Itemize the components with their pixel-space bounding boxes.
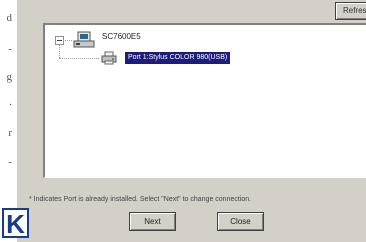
tree-connector [63, 40, 72, 41]
tree-connector [59, 58, 99, 59]
printer-icon [101, 51, 117, 65]
computer-icon [73, 31, 95, 48]
installed-port-note: * Indicates Port is already installed. S… [29, 196, 252, 203]
next-button[interactable]: Next [129, 212, 176, 231]
port-tree-view[interactable]: SC7600E5 Port 1:Stylus COLOR 980(USB) [43, 23, 366, 178]
selected-port-item[interactable]: Port 1:Stylus COLOR 980(USB) [125, 52, 231, 64]
margin-char: g [6, 71, 13, 83]
margin-char: d [6, 12, 13, 24]
margin-char: . [9, 96, 12, 108]
page-marker-logo: K [2, 208, 29, 238]
document-margin: d - g . r - [0, 0, 16, 242]
margin-char: - [8, 43, 12, 55]
margin-char: r [8, 127, 12, 139]
close-button[interactable]: Close [217, 212, 264, 231]
select-port-dialog: Refresh SC7600E5 Port 1:Stylus COLOR 980… [16, 0, 366, 242]
tree-root-label[interactable]: SC7600E5 [102, 32, 141, 41]
margin-char: - [8, 156, 12, 168]
refresh-button[interactable]: Refresh [335, 2, 366, 20]
tree-connector [59, 45, 60, 58]
